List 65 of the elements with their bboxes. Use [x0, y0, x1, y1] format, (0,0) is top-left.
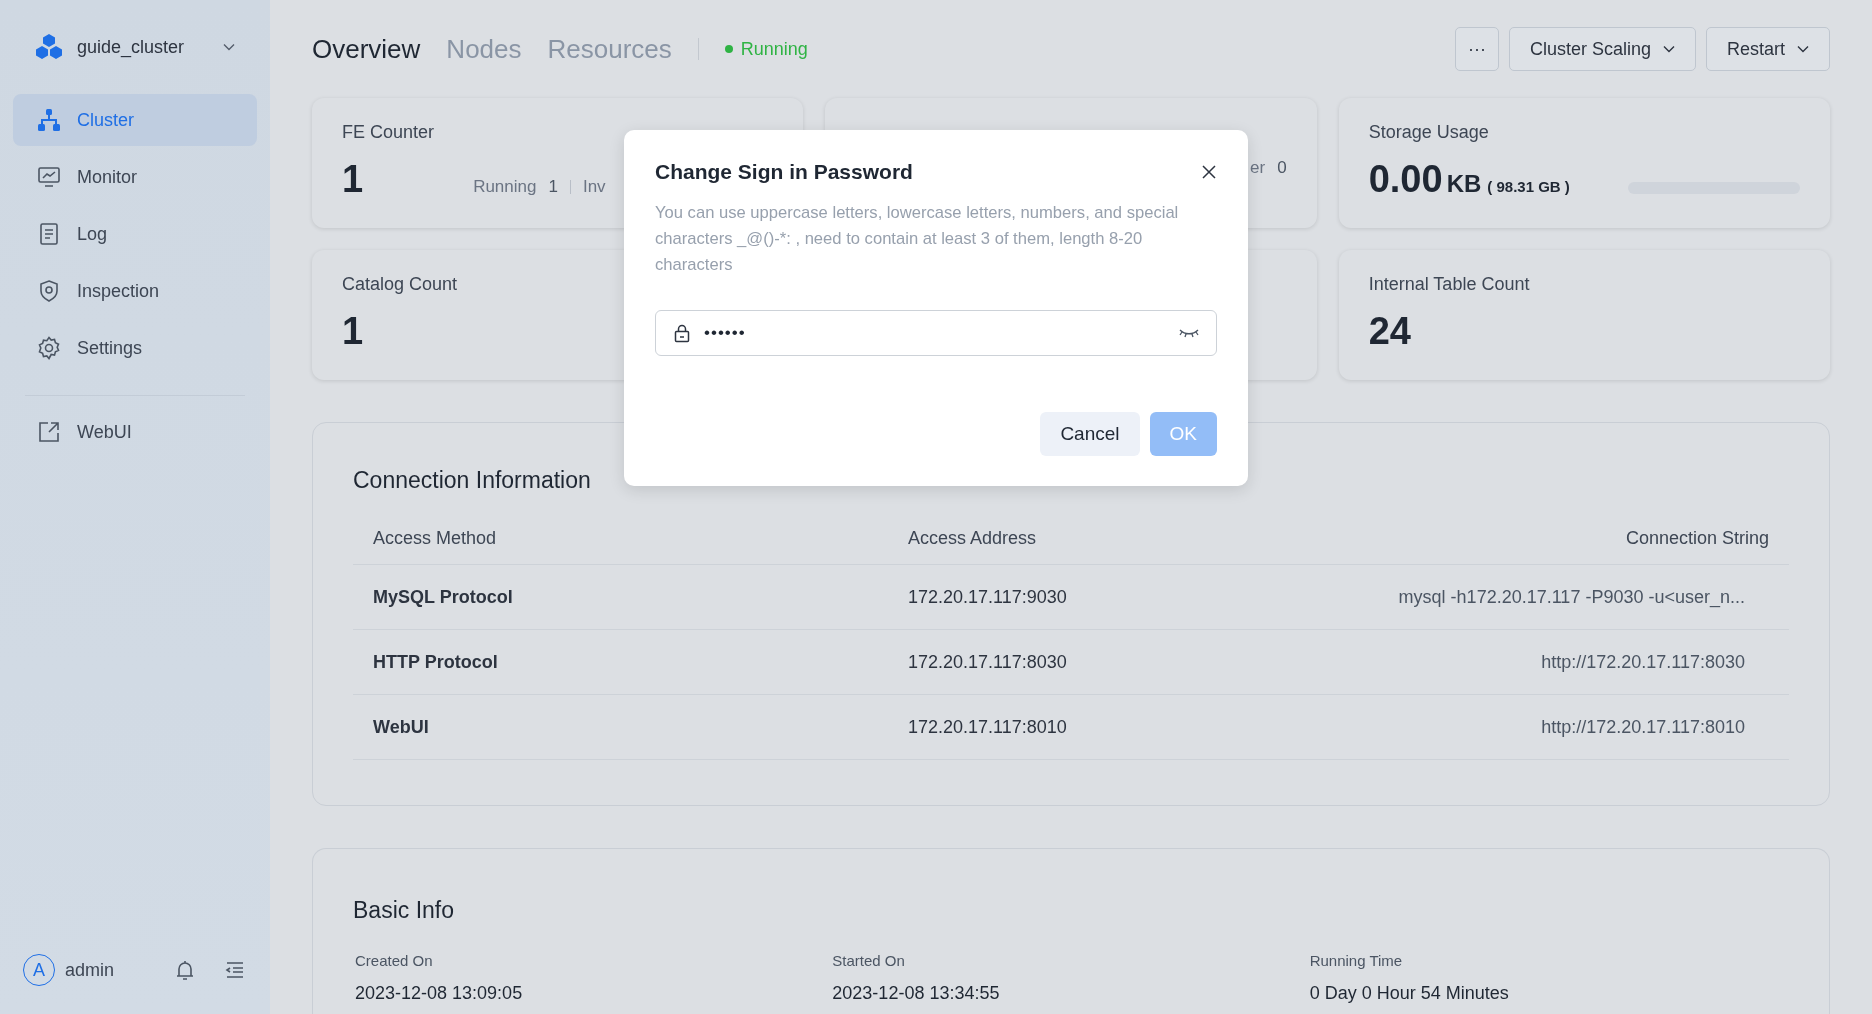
table-cell: 172.20.17.117:9030: [888, 564, 1368, 630]
nav-item[interactable]: Inspection: [13, 265, 257, 317]
stat-label: Inv: [582, 177, 606, 197]
chevron-down-icon: [1797, 45, 1809, 53]
field-value: 2023-12-08 13:09:05: [355, 983, 524, 1004]
stat-value: 0: [1277, 158, 1287, 178]
stat-label: Running: [473, 177, 537, 197]
panel-title: Connection Information: [353, 467, 592, 494]
stat-label: er: [1250, 158, 1266, 178]
dialog-title: Change Sign in Password: [655, 160, 913, 184]
nav-item[interactable]: Log: [13, 208, 257, 260]
action-button[interactable]: Cluster Scaling: [1508, 27, 1696, 71]
card-total: ( 98.31 GB ): [1487, 178, 1570, 195]
card-value: 1: [342, 158, 364, 201]
nav-item[interactable]: Monitor: [13, 151, 257, 203]
table-cell: 172.20.17.117:8010: [888, 694, 1368, 760]
nav-item[interactable]: Settings: [13, 322, 257, 374]
hierarchy-icon: [37, 108, 61, 132]
chevron-down-icon: [1662, 45, 1675, 53]
document-icon: [37, 222, 61, 246]
card-unit: KB: [1446, 170, 1482, 198]
shield-icon: [37, 279, 61, 303]
card-title: FE Counter: [342, 122, 436, 144]
action-button[interactable]: ···: [1454, 27, 1499, 71]
table-cell: WebUI: [353, 694, 888, 760]
eye-closed-icon[interactable]: [1178, 327, 1200, 339]
close-icon[interactable]: [1201, 164, 1217, 180]
card-value: 24: [1368, 310, 1411, 353]
card-title: Catalog Count: [342, 274, 459, 296]
chevron-down-icon[interactable]: [223, 43, 235, 51]
table-cell: HTTP Protocol: [353, 629, 888, 695]
table-cell: http://172.20.17.117:8010: [1368, 694, 1789, 760]
password-field[interactable]: ••••••: [655, 310, 1217, 356]
tab[interactable]: Overview: [312, 33, 421, 65]
external-link-icon: [37, 420, 61, 444]
external-link[interactable]: WebUI: [13, 406, 257, 458]
table-cell: MySQL Protocol: [353, 564, 888, 630]
panel-title: Basic Info: [353, 897, 455, 924]
field-label: Started On: [832, 952, 906, 969]
card-value: 1: [342, 310, 364, 353]
user-name[interactable]: admin: [65, 959, 155, 981]
card-value: 0.00: [1368, 158, 1443, 201]
lock-icon: [672, 323, 692, 343]
field-label: Created On: [355, 952, 434, 969]
field-value: 2023-12-08 13:34:55: [832, 983, 1001, 1004]
cluster-name[interactable]: guide_cluster: [77, 36, 209, 58]
action-button[interactable]: Restart: [1705, 27, 1830, 71]
stat-value: 1: [548, 177, 558, 197]
card-title: Internal Table Count: [1368, 274, 1531, 296]
column-header: Connection String: [1368, 512, 1789, 565]
table-cell: http://172.20.17.117:8030: [1368, 629, 1789, 695]
column-header: Access Method: [353, 512, 888, 565]
card-title: Storage Usage: [1368, 122, 1490, 144]
cubes-logo-icon: [35, 33, 63, 61]
dialog-button[interactable]: Cancel: [1040, 412, 1140, 456]
status-dot-icon: [724, 45, 733, 53]
column-header: Access Address: [888, 512, 1368, 565]
field-label: Running Time: [1309, 952, 1404, 969]
table-cell: mysql -h172.20.17.117 -P9030 -u<user_n...: [1368, 564, 1789, 630]
field-value: 0 Day 0 Hour 54 Minutes: [1309, 983, 1510, 1004]
status-label: Running: [740, 38, 808, 60]
settings-icon: [37, 336, 61, 360]
table-cell: 172.20.17.117:8030: [888, 629, 1368, 695]
dialog-description: You can use uppercase letters, lowercase letters, numbers, and special characters _@()-*: , need to contain at least 3 of them, length 8-20 characters: [655, 202, 1180, 276]
monitor-chart-icon: [37, 165, 61, 189]
